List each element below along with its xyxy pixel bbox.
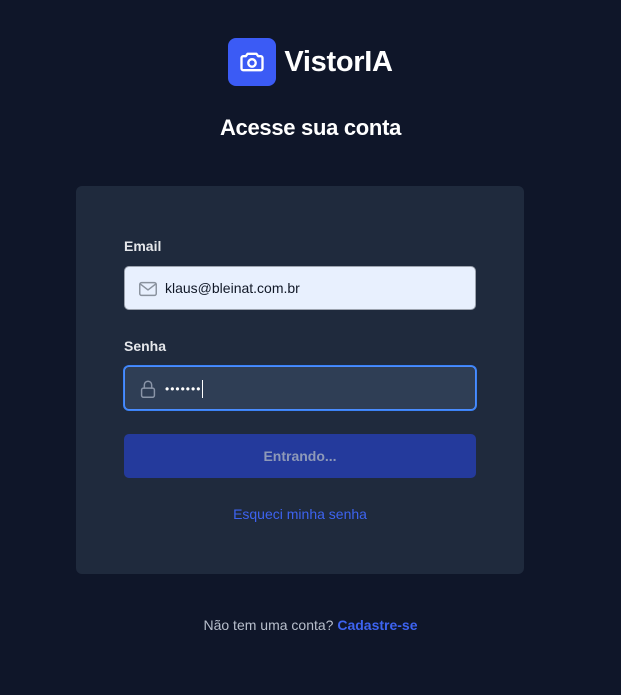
signup-prompt-text: Não tem uma conta?	[203, 617, 334, 633]
submit-button[interactable]: Entrando...	[124, 434, 476, 478]
forgot-password-link[interactable]: Esqueci minha senha	[76, 506, 524, 522]
camera-icon	[240, 52, 265, 72]
password-field[interactable]: •••••••	[124, 366, 476, 410]
signup-prompt: Não tem uma conta? Cadastre-se	[0, 617, 621, 633]
page-title: Acesse sua conta	[219, 115, 402, 140]
email-value: klaus@bleinat.com.br	[165, 280, 300, 296]
text-caret	[202, 380, 204, 399]
brand-name: VistorIA	[284, 45, 393, 78]
password-value: •••••••	[165, 382, 202, 396]
email-label: Email	[124, 238, 162, 254]
mail-icon	[139, 281, 157, 297]
password-label: Senha	[124, 338, 167, 354]
password-content: •••••••	[165, 367, 204, 409]
lock-icon	[140, 380, 156, 398]
app-logo	[228, 38, 277, 86]
signup-link[interactable]: Cadastre-se	[337, 617, 417, 633]
login-card: Email klaus@bleinat.com.br Senha •••••••…	[76, 186, 524, 574]
brand-header: VistorIA	[0, 38, 621, 86]
email-field[interactable]: klaus@bleinat.com.br	[124, 266, 476, 310]
